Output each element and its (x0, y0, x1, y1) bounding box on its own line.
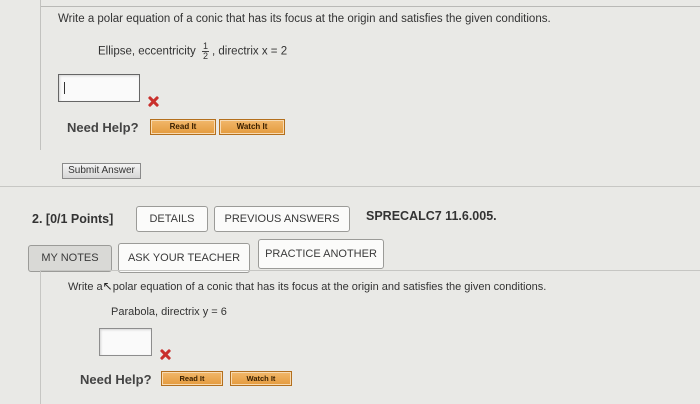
question2-need-help-label: Need Help? (80, 372, 152, 387)
question1-conditions-suffix: , directrix x = 2 (212, 45, 288, 58)
question2-number: 2. [0/1 Points] (32, 212, 113, 226)
question2-number-value: 2. (32, 212, 43, 226)
ask-your-teacher-button[interactable]: ASK YOUR TEACHER (118, 243, 250, 273)
question2-prompt: Write a↖polar equation of a conic that h… (68, 280, 546, 293)
question2-prompt-start: Write a (68, 281, 103, 293)
details-button[interactable]: DETAILS (136, 206, 208, 232)
question-divider (0, 186, 700, 187)
practice-another-button[interactable]: PRACTICE ANOTHER (258, 239, 384, 269)
question2-watch-it-button[interactable]: Watch It (230, 371, 292, 386)
eccentricity-denominator: 2 (203, 51, 209, 61)
text-caret (64, 82, 65, 94)
assignment-code: SPRECALC7 11.6.005. (366, 209, 497, 223)
question2-read-it-button[interactable]: Read It (161, 371, 223, 386)
question1-read-it-button[interactable]: Read It (150, 119, 216, 135)
question1-prompt: Write a polar equation of a conic that h… (58, 13, 551, 25)
my-notes-button[interactable]: MY NOTES (28, 245, 112, 272)
submit-answer-button[interactable]: Submit Answer (62, 163, 141, 179)
question2-conditions: Parabola, directrix y = 6 (111, 306, 227, 318)
question2-points: [0/1 Points] (45, 212, 114, 226)
question1-conditions: Ellipse, eccentricity 1 2 , directrix x … (98, 42, 287, 61)
question1-watch-it-button[interactable]: Watch It (219, 119, 285, 135)
question1-need-help-label: Need Help? (67, 120, 139, 135)
previous-answers-button[interactable]: PREVIOUS ANSWERS (214, 206, 350, 232)
eccentricity-fraction: 1 2 (202, 42, 210, 61)
question2-prompt-rest: polar equation of a conic that has its f… (112, 281, 547, 293)
mouse-cursor-icon: ↖ (102, 279, 113, 293)
question-card-top-border (40, 0, 700, 7)
question1-answer-input[interactable] (58, 74, 140, 102)
wrong-answer-icon-2 (160, 349, 171, 360)
question-card-left-border (40, 0, 41, 150)
question1-conditions-prefix: Ellipse, eccentricity (98, 45, 196, 58)
question2-answer-input[interactable] (99, 328, 152, 356)
wrong-answer-icon (148, 96, 159, 107)
